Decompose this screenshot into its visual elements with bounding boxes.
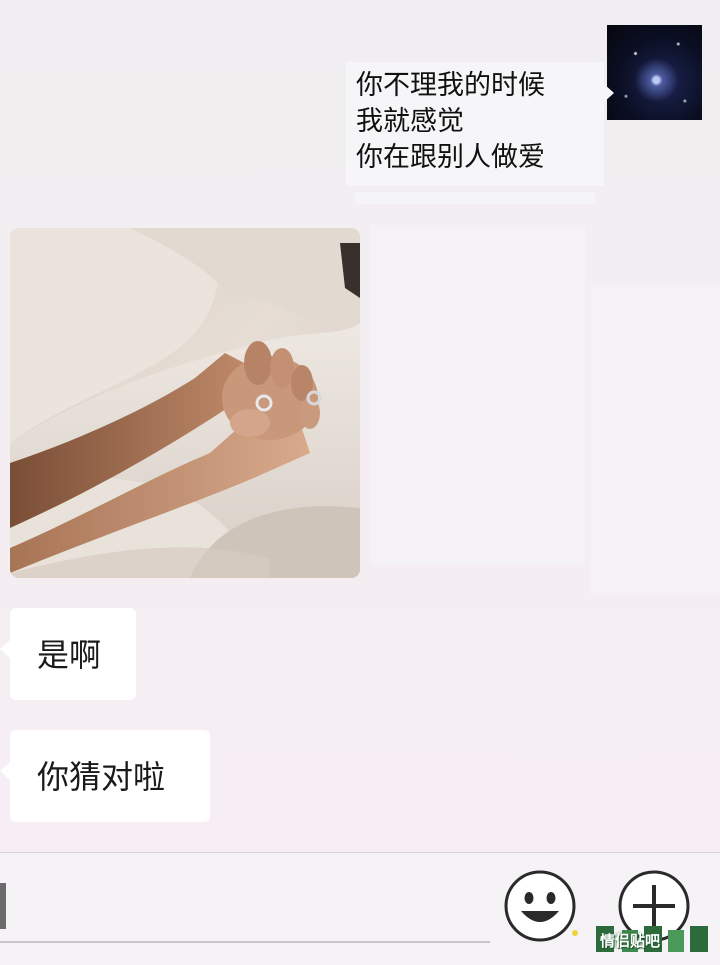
user-avatar[interactable] — [607, 25, 702, 120]
background-shade — [590, 285, 720, 595]
watermark-block — [690, 926, 708, 952]
incoming-message-bubble[interactable]: 是啊 — [0, 608, 136, 700]
message-text: 你猜对啦 — [37, 758, 166, 796]
outgoing-message-bubble[interactable]: 你不理我的时候 我就感觉 你在跟别人做爱 — [346, 62, 614, 186]
watermark-text: 情侣贴吧 — [600, 932, 661, 950]
background-shade — [370, 225, 585, 565]
message-input[interactable] — [0, 883, 490, 943]
watermark-block — [668, 930, 684, 952]
message-input-field[interactable] — [0, 883, 490, 943]
bubble-shadow — [355, 192, 595, 204]
message-text: 是啊 — [37, 636, 102, 674]
message-line: 你在跟别人做爱 — [356, 142, 545, 173]
watermark-dot — [572, 930, 578, 936]
voice-toggle-edge[interactable] — [0, 883, 6, 929]
incoming-message-bubble[interactable]: 你猜对啦 — [0, 730, 210, 822]
chat-area: 你不理我的时候 我就感觉 你在跟别人做爱 是啊 你猜对啦 — [0, 0, 720, 852]
photo-holding-hands-image — [10, 228, 360, 578]
message-line: 我就感觉 — [356, 106, 464, 137]
emoji-button[interactable] — [503, 869, 577, 943]
message-line: 你不理我的时候 — [356, 70, 545, 101]
photo-message[interactable] — [10, 228, 360, 578]
smiley-face-icon — [504, 870, 576, 942]
